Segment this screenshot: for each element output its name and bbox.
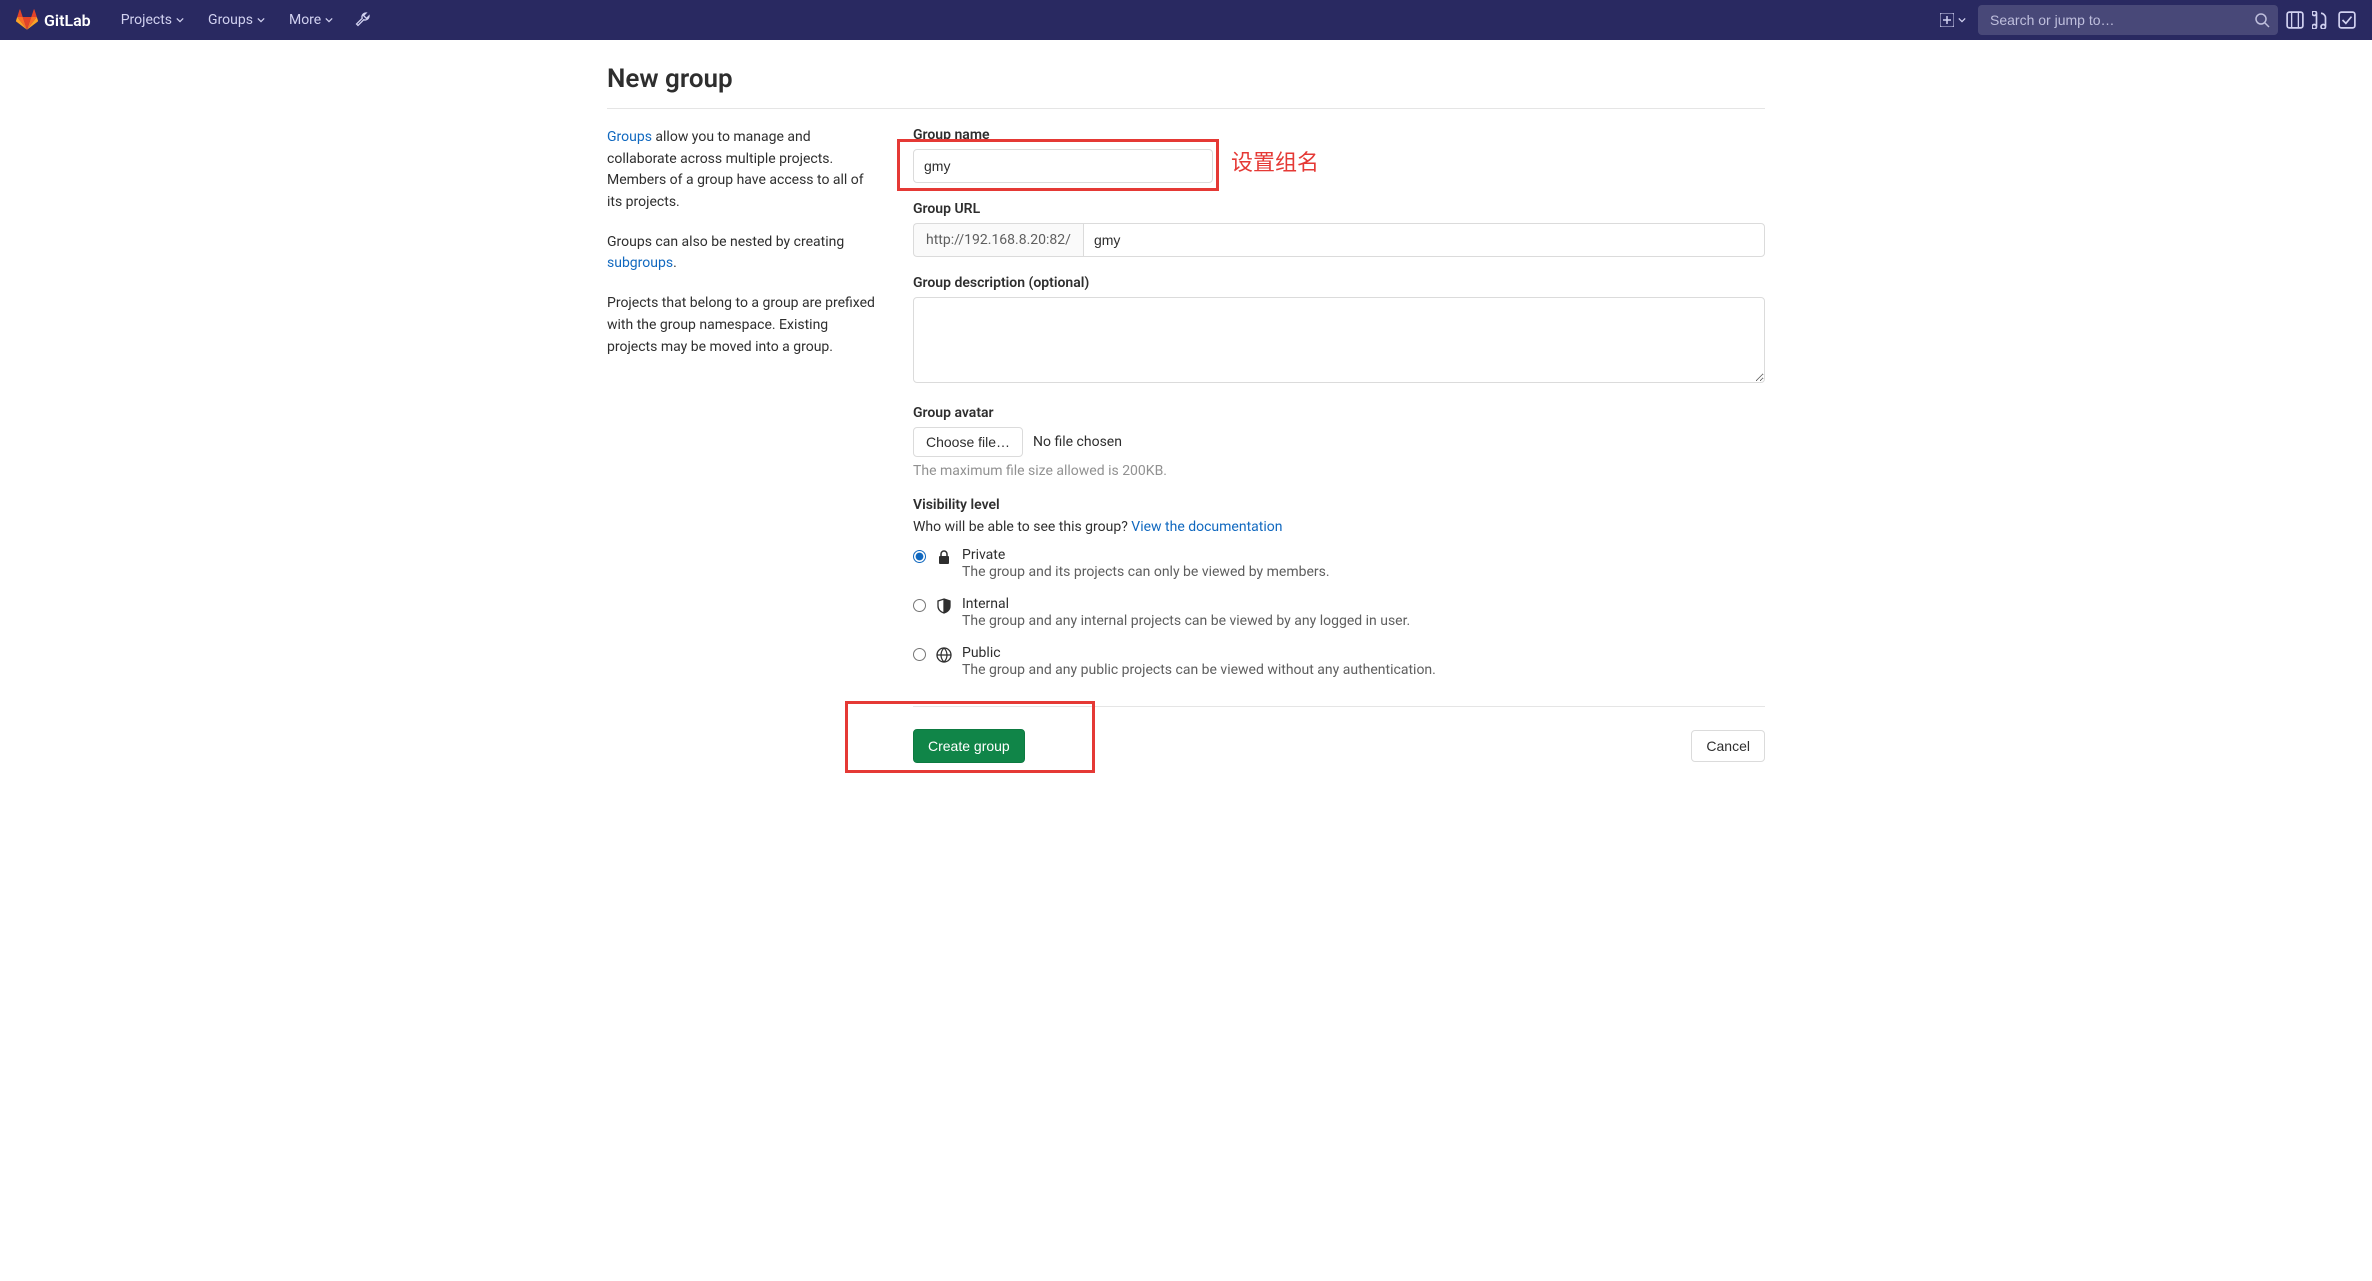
group-url-row: http://192.168.8.20:82/ — [913, 223, 1765, 257]
group-description-field: Group description (optional) — [913, 275, 1765, 387]
admin-wrench-icon[interactable] — [355, 12, 371, 28]
page-container: New group Groups allow you to manage and… — [591, 40, 1781, 787]
visibility-internal-title: Internal — [962, 596, 1410, 612]
group-url-input[interactable] — [1083, 223, 1765, 257]
two-column-layout: Groups allow you to manage and collabora… — [607, 127, 1765, 763]
form-actions: Create group Cancel — [913, 706, 1765, 763]
visibility-option-public[interactable]: Public The group and any public projects… — [913, 645, 1765, 678]
info-paragraph-3: Projects that belong to a group are pref… — [607, 293, 877, 358]
group-name-input-wrap: 设置组名 — [913, 149, 1765, 183]
nav-more[interactable]: More — [279, 2, 343, 38]
nav-projects-label: Projects — [121, 12, 172, 28]
issues-icon[interactable] — [2286, 11, 2304, 29]
lock-icon — [936, 549, 952, 565]
chevron-down-icon — [176, 16, 184, 24]
visibility-public-desc: The group and any public projects can be… — [962, 662, 1436, 678]
group-name-input[interactable] — [913, 149, 1213, 183]
group-url-label: Group URL — [913, 201, 1765, 217]
navbar-left: GitLab Projects Groups More — [16, 2, 371, 38]
group-name-label: Group name — [913, 127, 1765, 143]
group-url-field: Group URL http://192.168.8.20:82/ — [913, 201, 1765, 257]
visibility-option-private[interactable]: Private The group and its projects can o… — [913, 547, 1765, 580]
group-avatar-field: Group avatar Choose file… No file chosen… — [913, 405, 1765, 479]
info-paragraph-1: Groups allow you to manage and collabora… — [607, 127, 877, 214]
file-chooser-row: Choose file… No file chosen — [913, 427, 1765, 457]
plus-dropdown[interactable] — [1936, 9, 1970, 31]
file-size-hint: The maximum file size allowed is 200KB. — [913, 463, 1765, 479]
annotation-text-name: 设置组名 — [1231, 145, 1319, 177]
visibility-private-title: Private — [962, 547, 1330, 563]
chevron-down-icon — [257, 16, 265, 24]
group-description-input[interactable] — [913, 297, 1765, 383]
visibility-radio-private[interactable] — [913, 550, 926, 563]
nav-groups[interactable]: Groups — [198, 2, 275, 38]
visibility-field: Visibility level Who will be able to see… — [913, 497, 1765, 678]
subgroups-link[interactable]: subgroups — [607, 255, 673, 271]
file-chosen-status: No file chosen — [1033, 434, 1122, 450]
visibility-doc-link[interactable]: View the documentation — [1131, 519, 1282, 535]
group-name-field: Group name 设置组名 — [913, 127, 1765, 183]
chevron-down-icon — [1958, 16, 1966, 24]
nav-groups-label: Groups — [208, 12, 253, 28]
visibility-internal-desc: The group and any internal projects can … — [962, 613, 1410, 629]
info-paragraph-2: Groups can also be nested by creating su… — [607, 232, 877, 275]
form-column: Group name 设置组名 Group URL http://192.168… — [913, 127, 1765, 763]
create-group-button[interactable]: Create group — [913, 729, 1025, 763]
info-p2-post: . — [673, 255, 677, 271]
nav-more-label: More — [289, 12, 321, 28]
nav-projects[interactable]: Projects — [111, 2, 194, 38]
gitlab-logo-icon — [16, 9, 38, 31]
visibility-internal-text: Internal The group and any internal proj… — [962, 596, 1410, 629]
visibility-label: Visibility level — [913, 497, 1765, 513]
plus-icon — [1940, 13, 1954, 27]
visibility-private-desc: The group and its projects can only be v… — [962, 564, 1330, 580]
visibility-option-internal[interactable]: Internal The group and any internal proj… — [913, 596, 1765, 629]
visibility-radio-public[interactable] — [913, 648, 926, 661]
todos-icon[interactable] — [2338, 11, 2356, 29]
merge-requests-icon[interactable] — [2312, 11, 2330, 29]
groups-link[interactable]: Groups — [607, 129, 652, 145]
search-wrapper — [1978, 5, 2278, 35]
group-url-prefix: http://192.168.8.20:82/ — [913, 223, 1083, 257]
search-icon[interactable] — [2254, 12, 2270, 28]
visibility-question-text: Who will be able to see this group? — [913, 519, 1131, 535]
visibility-radio-internal[interactable] — [913, 599, 926, 612]
shield-icon — [936, 598, 952, 614]
navbar-right — [1936, 5, 2356, 35]
group-avatar-label: Group avatar — [913, 405, 1765, 421]
info-p2-pre: Groups can also be nested by creating — [607, 234, 844, 250]
choose-file-button[interactable]: Choose file… — [913, 427, 1023, 457]
gitlab-logo[interactable]: GitLab — [16, 9, 91, 31]
cancel-button[interactable]: Cancel — [1691, 730, 1765, 762]
group-description-label: Group description (optional) — [913, 275, 1765, 291]
brand-text: GitLab — [44, 11, 91, 30]
search-input[interactable] — [1978, 5, 2278, 35]
globe-icon — [936, 647, 952, 663]
info-sidebar: Groups allow you to manage and collabora… — [607, 127, 877, 763]
visibility-public-text: Public The group and any public projects… — [962, 645, 1436, 678]
visibility-question: Who will be able to see this group? View… — [913, 519, 1765, 535]
visibility-private-text: Private The group and its projects can o… — [962, 547, 1330, 580]
top-navbar: GitLab Projects Groups More — [0, 0, 2372, 40]
visibility-public-title: Public — [962, 645, 1436, 661]
chevron-down-icon — [325, 16, 333, 24]
page-title: New group — [607, 64, 1765, 109]
